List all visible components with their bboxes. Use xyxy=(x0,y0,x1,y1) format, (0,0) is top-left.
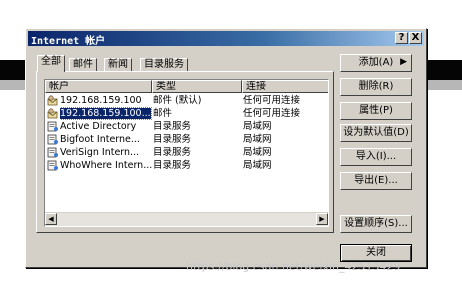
list-item[interactable]: 192.168.159.100 邮件 (默认) 任何可用连接 xyxy=(45,94,328,107)
set-order-button[interactable]: 设置顺序(S)... xyxy=(340,215,412,233)
delete-button[interactable]: 删除(R) xyxy=(340,78,412,96)
list-header: 帐户 类型 连接 xyxy=(45,80,328,93)
account-name: VeriSign Intern... xyxy=(60,147,140,158)
add-button-label: 添加(A) xyxy=(358,57,394,68)
list-item[interactable]: Bigfoot Interne... 目录服务 局域网 xyxy=(45,133,328,146)
tab-directory-service[interactable]: 目录服务 xyxy=(140,58,188,72)
directory-service-icon xyxy=(47,121,59,132)
tab-all[interactable]: 全部 xyxy=(37,55,65,72)
column-header-type[interactable]: 类型 xyxy=(152,80,242,93)
horizontal-scrollbar[interactable]: ◀ ▶ xyxy=(45,212,328,226)
scroll-right-button[interactable]: ▶ xyxy=(316,213,328,225)
account-connection: 局域网 xyxy=(243,160,272,171)
column-header-connection[interactable]: 连接 xyxy=(242,80,328,93)
submenu-arrow-icon: ▶ xyxy=(400,57,407,67)
account-name: Active Directory xyxy=(60,121,137,132)
properties-button[interactable]: 属性(P) xyxy=(340,102,412,120)
list-item[interactable]: VeriSign Intern... 目录服务 局域网 xyxy=(45,146,328,159)
watermark-text: https://blog.csdn.net/weixin_42513429 xyxy=(186,260,401,273)
account-name: 192.168.159.100 xyxy=(60,95,142,106)
account-name: 192.168.159.100... xyxy=(60,107,152,120)
account-connection: 局域网 xyxy=(243,147,272,158)
close-window-button[interactable]: X xyxy=(409,32,422,44)
list-item[interactable]: Active Directory 目录服务 局域网 xyxy=(45,120,328,133)
internet-accounts-dialog: Internet 帐户 ? X 全部 邮件 新闻 目录服务 帐户 类型 连接 1… xyxy=(25,28,427,268)
column-header-account[interactable]: 帐户 xyxy=(45,80,152,93)
tab-news[interactable]: 新闻 xyxy=(104,58,132,72)
account-type: 目录服务 xyxy=(153,147,192,158)
add-button[interactable]: 添加(A) ▶ xyxy=(340,54,412,72)
account-name: Bigfoot Interne... xyxy=(60,134,140,145)
set-default-button[interactable]: 设为默认值(D) xyxy=(340,124,412,142)
help-button[interactable]: ? xyxy=(395,32,408,44)
window-title: Internet 帐户 xyxy=(31,36,106,47)
account-connection: 局域网 xyxy=(243,121,272,132)
mail-account-icon xyxy=(47,108,59,119)
account-name: WhoWhere Intern... xyxy=(60,160,152,171)
list-item[interactable]: WhoWhere Intern... 目录服务 局域网 xyxy=(45,159,328,172)
account-type: 目录服务 xyxy=(153,121,192,132)
export-button[interactable]: 导出(E)... xyxy=(340,172,412,190)
account-type: 目录服务 xyxy=(153,134,192,145)
title-bar[interactable]: Internet 帐户 ? X xyxy=(28,31,424,47)
account-connection: 任何可用连接 xyxy=(243,95,301,106)
list-item-selected[interactable]: 192.168.159.100... 邮件 任何可用连接 xyxy=(45,107,328,120)
account-type: 目录服务 xyxy=(153,160,192,171)
directory-service-icon xyxy=(47,134,59,145)
account-type: 邮件 xyxy=(153,108,173,119)
account-connection: 任何可用连接 xyxy=(243,108,301,119)
directory-service-icon xyxy=(47,147,59,158)
account-connection: 局域网 xyxy=(243,134,272,145)
account-type: 邮件 (默认) xyxy=(153,95,202,106)
accounts-list[interactable]: 帐户 类型 连接 192.168.159.100 邮件 (默认) 任何可用连接 … xyxy=(44,79,329,227)
mail-account-icon xyxy=(47,95,59,106)
directory-service-icon xyxy=(47,160,59,171)
scroll-left-button[interactable]: ◀ xyxy=(45,213,57,225)
tab-mail[interactable]: 邮件 xyxy=(69,58,97,72)
import-button[interactable]: 导入(I)... xyxy=(340,148,412,166)
